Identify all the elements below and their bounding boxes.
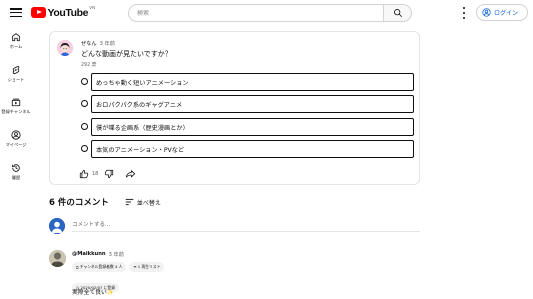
sidebar-item-you[interactable]: マイページ: [0, 130, 32, 148]
subscriber-badge-label: チャンネル登録者数 4 人: [79, 264, 123, 269]
account-icon: [482, 8, 491, 17]
sidebar-item-label: ショート: [7, 77, 25, 82]
sidebar-item-subscriptions[interactable]: 登録チャンネル: [0, 97, 32, 115]
thumbs-up-icon: [79, 169, 89, 179]
sidebar: ホーム ショート 登録チャンネル マイページ 履歴: [0, 26, 32, 299]
comment-time[interactable]: 3 年前: [109, 251, 124, 258]
poll-question: どんな動画が見たいですか？: [81, 50, 172, 58]
poll-option-label[interactable]: 本気のアニメーション・PVなど: [91, 140, 414, 158]
post-actions: 18: [79, 169, 136, 179]
radio-icon[interactable]: [81, 100, 88, 107]
sort-icon: [125, 198, 134, 206]
post-author-line: ぜなん 3 年前: [81, 40, 115, 47]
menu-icon[interactable]: [10, 6, 22, 18]
post-author[interactable]: ぜなん: [81, 40, 97, 47]
sidebar-item-label: マイページ: [5, 142, 27, 147]
login-button[interactable]: ログイン: [476, 4, 528, 21]
comment-author-line: @Maikkunn 3 年前: [72, 251, 124, 258]
playlist-badge: ≡ 1 再生リスト: [129, 262, 165, 272]
more-options-icon[interactable]: [459, 7, 469, 19]
subscriber-badge: ⩍ チャンネル登録者数 4 人: [72, 262, 127, 272]
comment-text: 実際全て良い✨: [72, 290, 114, 296]
poll-option[interactable]: 本気のアニメーション・PVなど: [81, 140, 414, 158]
logo-region: VN: [89, 5, 96, 10]
top-bar: YouTube VN ログイン: [0, 0, 533, 26]
search-button[interactable]: [384, 4, 412, 22]
shorts-icon: [12, 65, 20, 75]
poll-option[interactable]: 僕が喋る企画系（歴史漫画とか）: [81, 118, 414, 136]
home-icon: [12, 33, 20, 42]
post-time[interactable]: 3 年前: [100, 40, 115, 47]
poll-option[interactable]: おロパクパク系のギャグアニメ: [81, 95, 414, 113]
comment-author[interactable]: @Maikkunn: [72, 251, 106, 258]
search-input[interactable]: [137, 9, 383, 17]
like-button[interactable]: 18: [79, 169, 104, 179]
search-box: [128, 4, 384, 22]
logo-text: YouTube: [47, 6, 89, 19]
comment-count: 6 件のコメント: [49, 198, 109, 208]
you-icon: [11, 130, 21, 140]
youtube-logo[interactable]: YouTube VN: [31, 5, 96, 19]
author-avatar[interactable]: [57, 40, 73, 56]
commenter-avatar[interactable]: [49, 250, 66, 267]
search-icon: [393, 9, 402, 18]
youtube-play-icon: [31, 7, 46, 18]
sidebar-item-label: 登録チャンネル: [1, 109, 31, 114]
share-button[interactable]: [125, 169, 136, 179]
radio-icon[interactable]: [81, 145, 88, 152]
like-count: 18: [92, 171, 99, 177]
sidebar-item-history[interactable]: 履歴: [0, 163, 32, 181]
poll-vote-count: 292 票: [81, 63, 97, 68]
community-post: ぜなん 3 年前 どんな動画が見たいですか？ 292 票 めっちゃ動く短いアニメ…: [49, 31, 420, 185]
share-icon: [126, 170, 136, 178]
sort-label: 並べ替え: [136, 199, 161, 207]
comments-header: 6 件のコメント 並べ替え: [49, 196, 161, 208]
avatar-icon: [49, 250, 66, 267]
poll-option-label[interactable]: めっちゃ動く短いアニメーション: [91, 73, 414, 91]
avatar-icon: [57, 40, 73, 56]
sidebar-item-shorts[interactable]: ショート: [0, 65, 32, 83]
sort-button[interactable]: 並べ替え: [125, 198, 161, 207]
subscriptions-icon: [11, 98, 21, 107]
sidebar-item-label: 履歴: [11, 175, 21, 180]
add-comment-input[interactable]: [72, 218, 420, 232]
radio-icon[interactable]: [81, 78, 88, 85]
comment-badges: ⩍ チャンネル登録者数 4 人 ≡ 1 再生リスト: [72, 262, 165, 272]
default-avatar-icon: [49, 218, 65, 234]
poll-option[interactable]: めっちゃ動く短いアニメーション: [81, 73, 414, 91]
history-icon: [11, 164, 20, 172]
sidebar-item-home[interactable]: ホーム: [0, 32, 32, 50]
thumbs-down-icon: [105, 169, 114, 179]
playlist-badge-label: 1 再生リスト: [137, 264, 161, 269]
dislike-button[interactable]: [104, 169, 114, 179]
sidebar-item-label: ホーム: [9, 44, 23, 49]
login-label: ログイン: [494, 10, 519, 17]
poll-option-label[interactable]: 僕が喋る企画系（歴史漫画とか）: [91, 118, 414, 136]
viewer-avatar: [49, 218, 65, 234]
radio-icon[interactable]: [81, 123, 88, 130]
poll-option-label[interactable]: おロパクパク系のギャグアニメ: [91, 95, 414, 113]
